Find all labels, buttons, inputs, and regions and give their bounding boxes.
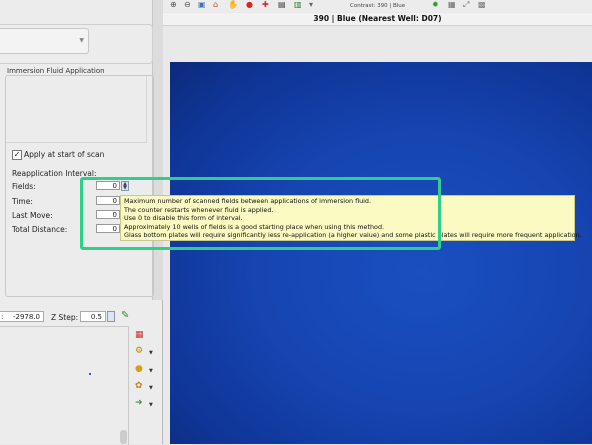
fit-icon[interactable]: ▣ (198, 0, 206, 9)
hand-icon[interactable]: ✋ (228, 0, 238, 9)
image-title-bar: 390 | Blue (Nearest Well: D07) (163, 13, 592, 26)
lower-canvas-box (0, 326, 129, 445)
gallery-icon[interactable]: ▩ (478, 0, 486, 9)
z-step-input[interactable]: 0.5 (80, 311, 106, 322)
time-label: Time: (12, 197, 33, 206)
crosshair-icon[interactable]: ✚ (262, 0, 269, 9)
zoom-in-icon[interactable]: ⊕ (170, 0, 177, 9)
export-icon[interactable]: ⤢ (463, 0, 469, 10)
chevron-down-icon[interactable]: ▼ (149, 402, 153, 408)
chevron-down-icon: ▼ (79, 37, 84, 44)
highlight-box (80, 177, 441, 250)
chevron-down-icon[interactable]: ▼ (149, 350, 153, 356)
z-step-spinner[interactable] (107, 311, 115, 322)
z-step-label: Z Step: (51, 313, 79, 322)
printer-icon[interactable]: ▥ (294, 0, 302, 9)
apply-at-start-label: Apply at start of scan (24, 150, 105, 159)
zoom-out-icon[interactable]: ⊖ (184, 0, 191, 9)
chevron-down-icon[interactable]: ▼ (149, 368, 153, 374)
lower-scrollbar[interactable] (120, 430, 127, 444)
settings-icon[interactable]: ✹ (432, 0, 439, 9)
coin-icon[interactable]: ● (135, 364, 143, 374)
save-icon[interactable]: ▾ (309, 0, 313, 9)
pencil-icon[interactable]: ✎ (121, 310, 129, 321)
stop-icon[interactable]: ● (246, 0, 253, 9)
home-icon[interactable]: ⌂ (213, 0, 218, 9)
immersion-inner-box (6, 76, 147, 143)
gear-icon[interactable]: ✿ (135, 381, 143, 391)
chevron-down-icon[interactable]: ▼ (149, 385, 153, 391)
position-marker (89, 373, 91, 375)
wrench-icon[interactable]: ⚙ (135, 346, 143, 356)
z-position-input[interactable]: -2978.0 (0, 311, 44, 322)
arrow-icon[interactable]: ➜ (135, 398, 143, 408)
grid-icon[interactable]: ▦ (135, 330, 144, 340)
immersion-section-title: Immersion Fluid Application (7, 67, 105, 75)
total-distance-label: Total Distance: (12, 225, 68, 234)
microscope-image[interactable] (170, 62, 592, 444)
apply-at-start-checkbox[interactable]: ✓ (12, 150, 22, 160)
last-move-label: Last Move: (12, 211, 53, 220)
histogram-icon[interactable]: ▦ (448, 0, 456, 9)
z-position-label: : (1, 313, 4, 321)
camera-icon[interactable]: ▤ (278, 0, 286, 9)
contrast-readout: Contrast: 390 | Blue (350, 3, 406, 9)
fields-label: Fields: (12, 182, 36, 191)
top-dropdown[interactable]: ▼ (0, 28, 89, 54)
